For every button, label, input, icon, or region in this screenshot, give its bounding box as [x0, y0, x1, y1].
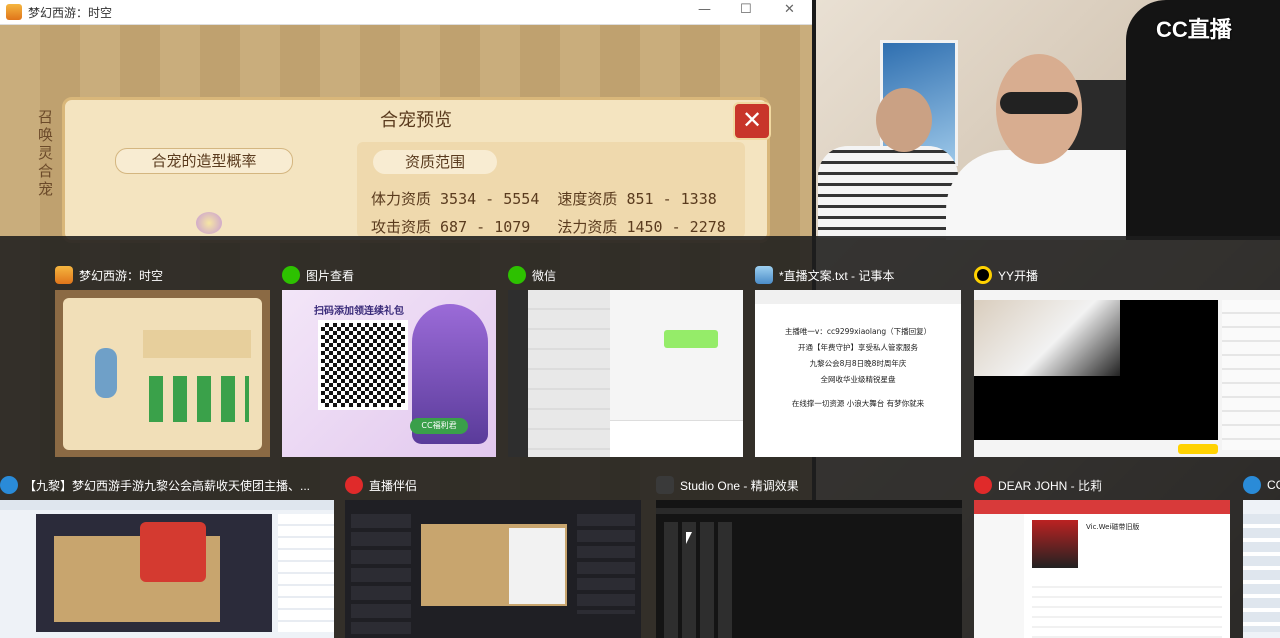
thumb-photo-badge: CC福利君 — [410, 418, 468, 434]
notepad-line-5: 在线撑一切资源 小浪大舞台 有梦你就来 — [791, 399, 925, 408]
wechat-message-bubble — [664, 330, 718, 348]
switcher-tile-music-header[interactable]: DEAR JOHN - 比莉 — [974, 475, 1230, 495]
live-companion-icon — [345, 476, 363, 494]
switcher-tile-photo-header[interactable]: 图片查看 — [282, 265, 496, 285]
tile-title: Studio One - 精调效果 — [680, 478, 799, 493]
thumb-game-pets — [95, 348, 117, 398]
wechat-sidebar — [508, 290, 528, 457]
maximize-button[interactable]: ☐ — [740, 2, 752, 17]
game-window-title: 梦幻西游：时空 — [28, 6, 113, 20]
game-titlebar[interactable]: 梦幻西游：时空 — ☐ ✕ — [0, 0, 812, 25]
game-app-icon — [6, 4, 22, 20]
thumb-studio-one[interactable] — [656, 500, 962, 638]
pet-merge-preview-panel: 合宠预览 ✕ 合宠的造型概率 资质范围 体力资质 3534 - 5554 速度资… — [62, 97, 771, 243]
photo-viewer-icon — [282, 266, 300, 284]
side-menu-label[interactable]: 召唤灵合宠 — [38, 108, 58, 198]
cc2-content — [1243, 514, 1280, 632]
panel-close-button[interactable]: ✕ — [733, 102, 771, 140]
music-sidebar — [974, 514, 1024, 638]
tile-title: 直播伴侣 — [369, 478, 418, 493]
netease-music-icon — [974, 476, 992, 494]
person-left-body — [818, 146, 958, 238]
thumb-cc-browser[interactable] — [0, 500, 334, 638]
switcher-tile-wechat-header[interactable]: 微信 — [508, 265, 743, 285]
tile-title: 微信 — [532, 268, 557, 283]
thumb-music[interactable]: Vic.Wei磁带旧版 — [974, 500, 1230, 638]
yy-camera-preview — [974, 300, 1120, 376]
switcher-tile-companion-header[interactable]: 直播伴侣 — [345, 475, 641, 495]
tile-title: *直播文案.txt - 记事本 — [779, 268, 895, 283]
music-topbar — [974, 500, 1230, 514]
cc-chat-panel — [278, 514, 334, 632]
game-icon — [55, 266, 73, 284]
cc-icon — [1243, 476, 1261, 494]
tab-shape-probability[interactable]: 合宠的造型概率 — [115, 148, 293, 174]
notepad-line-3: 九黎公会8月8日晚8时周年庆 — [809, 359, 907, 368]
switcher-tile-cc2-header[interactable]: CC — [1243, 475, 1280, 495]
music-track-list — [1032, 578, 1222, 638]
studio-one-icon — [656, 476, 674, 494]
mouse-cursor-icon — [686, 532, 692, 544]
yy-icon — [974, 266, 992, 284]
tab-quality-range[interactable]: 资质范围 — [373, 150, 497, 174]
studio-toolbar — [656, 508, 962, 514]
quality-line-1: 体力资质 3534 - 5554 速度资质 851 - 1338 — [371, 190, 717, 208]
wechat-input-area — [610, 420, 743, 457]
notepad-line-4: 全网收华业级精锐星盘 — [820, 375, 896, 384]
tile-title: YY开播 — [998, 268, 1039, 283]
companion-popup — [509, 528, 565, 604]
studio-mixer-channels — [664, 522, 736, 638]
thumb-live-companion[interactable] — [345, 500, 641, 638]
switcher-tile-yy-header[interactable]: YY开播 — [974, 265, 1274, 285]
panel-title: 合宠预览 — [380, 110, 452, 131]
companion-right-panel — [577, 514, 635, 614]
qr-code — [318, 320, 408, 410]
yy-settings-panel — [1222, 300, 1280, 450]
person-left-face — [876, 88, 932, 152]
notepad-line-2: 开通【年费守护】享受私人管家服务 — [798, 343, 918, 352]
switcher-tile-notepad-header[interactable]: *直播文案.txt - 记事本 — [755, 265, 961, 285]
sunglasses — [1000, 92, 1078, 114]
tile-title: 图片查看 — [306, 268, 355, 283]
companion-sources — [351, 514, 411, 634]
thumb-notepad[interactable]: 主播唯一v：cc9299xiaolang（下播回复） 开通【年费守护】享受私人管… — [755, 290, 961, 457]
close-window-button[interactable]: ✕ — [784, 2, 795, 17]
thumb-game-panel — [63, 298, 262, 450]
browser-tabs — [0, 500, 334, 510]
wechat-chat-list — [528, 290, 610, 457]
task-switcher: 梦幻西游：时空 图片查看 扫码添加领连续礼包 CC福利君 微信 *直播文案.tx… — [0, 236, 1280, 638]
thumb-yy[interactable] — [974, 290, 1280, 457]
minimize-button[interactable]: — — [698, 2, 711, 17]
wechat-icon — [508, 266, 526, 284]
tile-title: 【九黎】梦幻西游手游九黎公会高薪收天使团主播、... — [24, 478, 311, 493]
music-album-cover — [1032, 520, 1078, 568]
quality-range-box: 资质范围 体力资质 3534 - 5554 速度资质 851 - 1338 攻击… — [357, 142, 745, 238]
thumb-game-slots — [149, 376, 249, 422]
notepad-icon — [755, 266, 773, 284]
tile-title: 梦幻西游：时空 — [79, 268, 164, 283]
thumb-photo[interactable]: 扫码添加领连续礼包 CC福利君 — [282, 290, 496, 457]
tile-title: DEAR JOHN - 比莉 — [998, 478, 1103, 493]
notepad-line-1: 主播唯一v：cc9299xiaolang（下播回复） — [784, 327, 932, 336]
yy-start-button — [1178, 444, 1218, 454]
cc-icon — [0, 476, 18, 494]
thumb-cc-2[interactable] — [1243, 500, 1280, 638]
quality-line-2: 攻击资质 687 - 1079 法力资质 1450 - 2278 — [371, 218, 726, 236]
switcher-tile-studio-header[interactable]: Studio One - 精调效果 — [656, 475, 962, 495]
switcher-tile-game-header[interactable]: 梦幻西游：时空 — [55, 265, 270, 285]
cc-player-popup — [140, 522, 206, 582]
thumb-photo-banner: 扫码添加领连续礼包 — [314, 306, 404, 317]
thumb-game[interactable] — [55, 290, 270, 457]
tile-title: CC — [1267, 478, 1280, 492]
cc-live-logo: CC直播 — [1156, 17, 1232, 42]
thumb-wechat[interactable] — [508, 290, 743, 457]
switcher-tile-cc-header[interactable]: 【九黎】梦幻西游手游九黎公会高薪收天使团主播、... — [0, 475, 334, 495]
thumb-game-stats — [143, 330, 251, 358]
notepad-menubar — [755, 290, 961, 304]
music-song-title: Vic.Wei磁带旧版 — [1086, 523, 1140, 531]
pet-sprite — [196, 212, 222, 234]
